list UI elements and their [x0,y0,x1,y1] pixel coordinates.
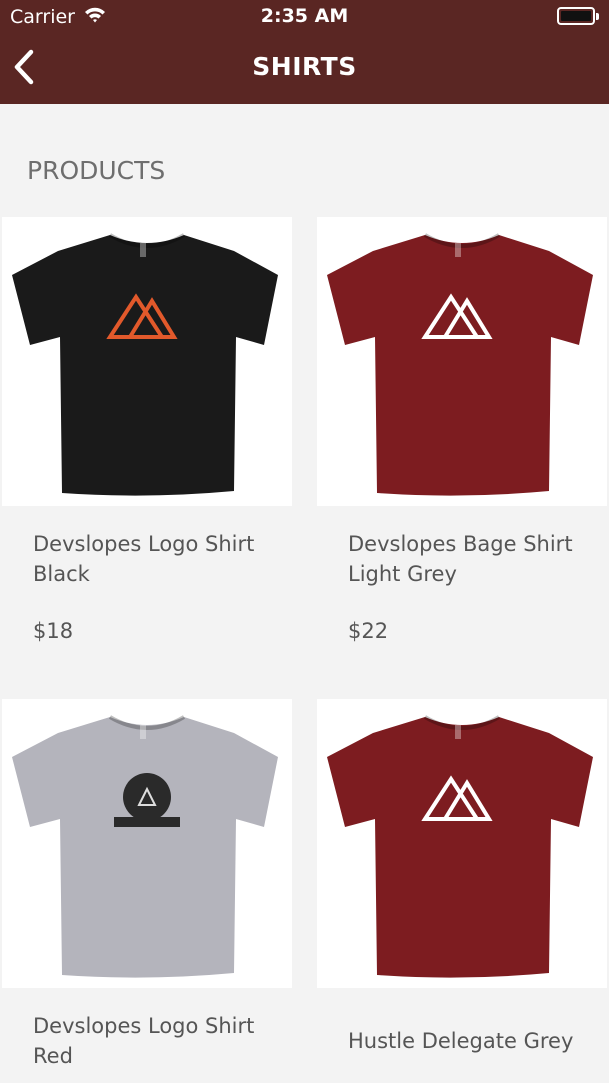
page-title: SHIRTS [252,52,357,81]
product-card[interactable]: Devslopes Bage Shirt Light Grey $22 [317,217,607,643]
shirt-image [327,233,593,496]
shirt-image [12,233,278,496]
product-image [2,699,292,988]
shirt-image [12,715,278,978]
header: Carrier 2:35 AM SHIRTS [0,0,609,104]
battery-icon [557,7,599,25]
product-image [317,699,607,988]
nav-bar: SHIRTS [0,34,609,104]
product-name: Hustle Delegate Grey [348,1029,574,1053]
product-price: $22 [348,619,389,643]
shirt-image [327,715,593,978]
product-name: Devslopes Bage Shirt Light Grey [348,532,573,586]
clock: 2:35 AM [260,5,349,27]
product-card[interactable]: Devslopes Logo Shirt Red [2,699,292,1068]
product-name: Devslopes Logo Shirt Black [33,532,255,586]
product-image [317,217,607,506]
product-image [2,217,292,506]
product-name: Devslopes Logo Shirt Red [33,1014,255,1068]
status-bar: Carrier 2:35 AM [0,0,609,34]
product-card[interactable]: Hustle Delegate Grey [317,699,607,1053]
product-card[interactable]: Devslopes Logo Shirt Black $18 [2,217,292,643]
product-price: $18 [33,619,74,643]
section-title: PRODUCTS [27,156,166,185]
